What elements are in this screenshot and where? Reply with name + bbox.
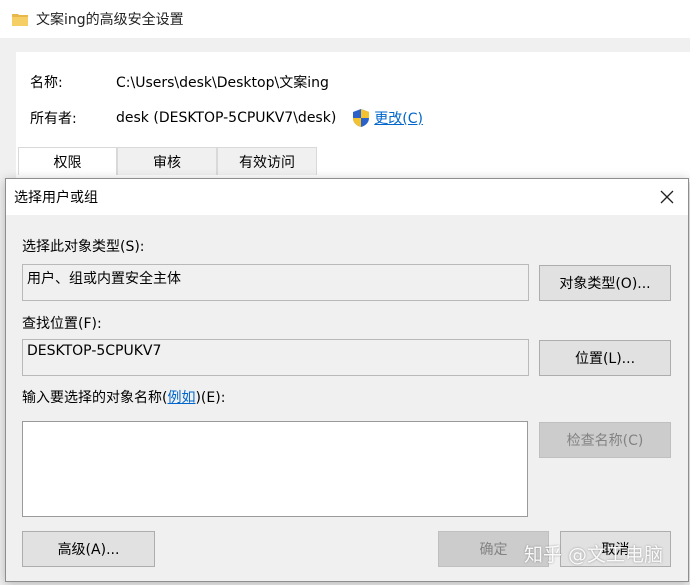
name-value: C:\Users\desk\Desktop\文案ing: [116, 75, 329, 91]
location-field: DESKTOP-5CPUKV7: [22, 339, 529, 376]
close-icon[interactable]: [652, 183, 682, 211]
select-user-dialog: 选择用户或组 选择此对象类型(S): 用户、组或内置安全主体 对象类型(O)..…: [5, 178, 689, 582]
owner-label: 所有者:: [30, 111, 77, 127]
dialog-titlebar: 选择用户或组: [6, 179, 688, 215]
object-names-input[interactable]: [22, 421, 528, 517]
name-label: 名称:: [30, 75, 63, 91]
tab-auditing[interactable]: 审核: [117, 147, 217, 175]
object-names-label-suffix: )(E):: [195, 390, 226, 406]
tab-bar: 权限 审核 有效访问: [18, 147, 317, 175]
uac-shield-icon: [352, 108, 370, 128]
ok-button[interactable]: 确定: [438, 531, 549, 567]
cancel-button[interactable]: 取消: [560, 531, 671, 567]
tab-permissions[interactable]: 权限: [18, 147, 117, 175]
object-types-label: 选择此对象类型(S):: [22, 239, 145, 255]
owner-row: 所有者: desk (DESKTOP-5CPUKV7\desk) 更改(C): [30, 108, 423, 128]
folder-icon: [12, 12, 28, 26]
dialog-title: 选择用户或组: [14, 190, 98, 206]
object-types-field: 用户、组或内置安全主体: [22, 264, 529, 301]
location-label: 查找位置(F):: [22, 316, 102, 332]
object-names-label: 输入要选择的对象名称(例如)(E):: [22, 387, 225, 407]
window-title: 文案ing的高级安全设置: [36, 12, 184, 28]
object-types-button[interactable]: 对象类型(O)...: [539, 265, 671, 301]
tab-effective-access[interactable]: 有效访问: [217, 147, 317, 175]
owner-value: desk (DESKTOP-5CPUKV7\desk): [116, 110, 337, 126]
check-names-button[interactable]: 检查名称(C): [539, 422, 671, 458]
window-titlebar: 文案ing的高级安全设置: [0, 0, 690, 38]
locations-button[interactable]: 位置(L)...: [539, 340, 671, 376]
name-row: 名称: C:\Users\desk\Desktop\文案ing: [30, 72, 329, 92]
examples-link[interactable]: 例如: [167, 390, 195, 406]
advanced-button[interactable]: 高级(A)...: [22, 531, 155, 567]
change-owner-link[interactable]: 更改(C): [374, 108, 423, 128]
object-names-label-prefix: 输入要选择的对象名称(: [22, 390, 168, 406]
